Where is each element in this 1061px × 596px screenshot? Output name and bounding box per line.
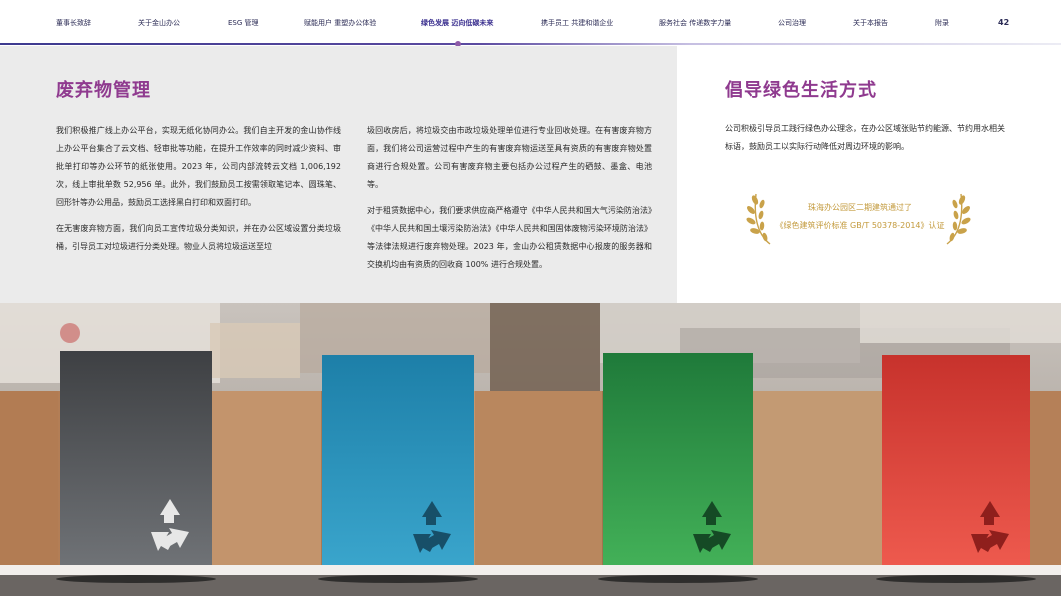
waste-management-title: 废弃物管理	[56, 80, 151, 101]
green-lifestyle-body: 公司积极引导员工践行绿色办公理念，在办公区域张贴节约能源、节约用水相关标语，鼓励…	[725, 124, 1005, 151]
nav-item-esg-management[interactable]: ESG 管理	[228, 19, 259, 28]
top-navigation: 董事长致辞 关于金山办公 ESG 管理 赋能用户 重塑办公体验 绿色发展 迈向低…	[0, 0, 1061, 47]
waste-paragraph-3: 圾回收房后，将垃圾交由市政垃圾处理单位进行专业回收处理。在有害废弃物方面，我们将…	[367, 126, 652, 189]
waste-paragraph-4: 对于租赁数据中心，我们要求供应商严格遵守《中华人民共和国大气污染防治法》《中华人…	[367, 206, 652, 269]
waste-column-2: 圾回收房后，将垃圾交由市政垃圾处理单位进行专业回收处理。在有害废弃物方面，我们将…	[367, 122, 652, 282]
nav-item-employees[interactable]: 携手员工 共建和谐企业	[541, 19, 613, 28]
waste-paragraph-1: 我们积极推广线上办公平台，实现无纸化协同办公。我们自主开发的金山协作线上办公平台…	[56, 126, 341, 207]
award-line-2: 《绿色建筑评价标准 GB/T 50378-2014》认证	[775, 221, 945, 230]
waste-column-1: 我们积极推广线上办公平台，实现无纸化协同办公。我们自主开发的金山协作线上办公平台…	[56, 122, 341, 264]
recycling-bins-photo	[0, 303, 1061, 596]
nav-item-serve-society[interactable]: 服务社会 传递数字力量	[659, 19, 731, 28]
nav-item-appendix[interactable]: 附录	[935, 19, 949, 28]
laurel-right-icon	[946, 193, 971, 245]
nav-item-green-development[interactable]: 绿色发展 迈向低碳未来	[421, 19, 493, 28]
green-lifestyle-title: 倡导绿色生活方式	[725, 80, 877, 101]
waste-paragraph-2: 在无害废弃物方面，我们向员工宣传垃圾分类知识，并在办公区域设置分类垃圾桶，引导员…	[56, 224, 341, 251]
page-number: 42	[998, 18, 1010, 27]
nav-item-corporate-governance[interactable]: 公司治理	[778, 19, 806, 28]
nav-item-about-report[interactable]: 关于本报告	[853, 19, 888, 28]
nav-item-about-company[interactable]: 关于金山办公	[138, 19, 180, 28]
nav-divider	[0, 43, 1061, 45]
nav-item-chairman-message[interactable]: 董事长致辞	[56, 19, 91, 28]
nav-item-empower-users[interactable]: 赋能用户 重塑办公体验	[304, 19, 376, 28]
award-line-1: 珠海办公园区二期建筑通过了	[808, 203, 912, 212]
laurel-left-icon	[746, 193, 771, 245]
